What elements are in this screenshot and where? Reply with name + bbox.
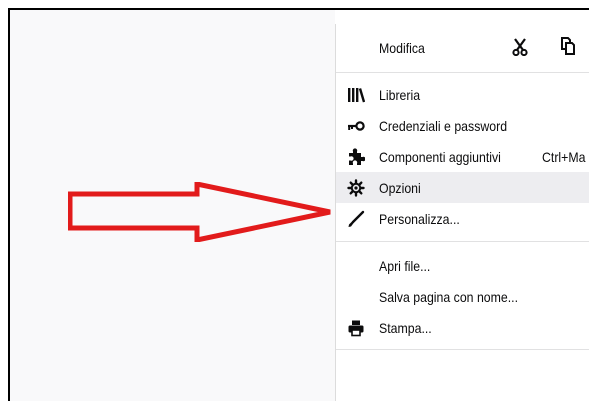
copy-icon[interactable] [560,37,576,60]
separator [336,349,589,350]
menu-item-label: Apri file... [379,258,431,274]
menu-item-label: Credenziali e password [379,118,508,134]
red-arrow-annotation [68,182,331,242]
separator [336,241,589,242]
menu-item-label: Stampa... [379,320,432,336]
menu-item-shortcut: Ctrl+Ma [542,149,586,165]
edit-label: Modifica [379,40,425,56]
menu-item-print[interactable]: Stampa... [336,312,589,343]
browser-window: Modifica Libreria Credenziali e password… [8,8,589,401]
gear-icon [346,178,366,198]
menu-item-options[interactable]: Opzioni [336,172,589,203]
separator [336,72,589,73]
menu-item-label: Libreria [379,87,421,103]
menu-item-label: Componenti aggiuntivi [379,149,501,165]
menu-item-library[interactable]: Libreria [336,79,589,110]
menu-item-label: Salva pagina con nome... [379,289,519,305]
brush-icon [346,209,366,229]
menu-item-label: Personalizza... [379,211,460,227]
key-icon [346,116,366,136]
printer-icon [346,318,366,338]
menu-item-save-page[interactable]: Salva pagina con nome... [336,281,589,312]
library-icon [346,85,366,105]
menu-item-customize[interactable]: Personalizza... [336,203,589,234]
menu-item-label: Opzioni [379,180,421,196]
menu-item-open-file[interactable]: Apri file... [336,250,589,281]
scissors-icon[interactable] [512,38,528,61]
edit-row: Modifica [336,26,589,70]
menu-item-addons[interactable]: Componenti aggiuntivi Ctrl+Ma [336,141,589,172]
menu-item-credentials[interactable]: Credenziali e password [336,110,589,141]
puzzle-icon [346,147,366,167]
app-menu-panel: Modifica Libreria Credenziali e password… [335,24,589,401]
